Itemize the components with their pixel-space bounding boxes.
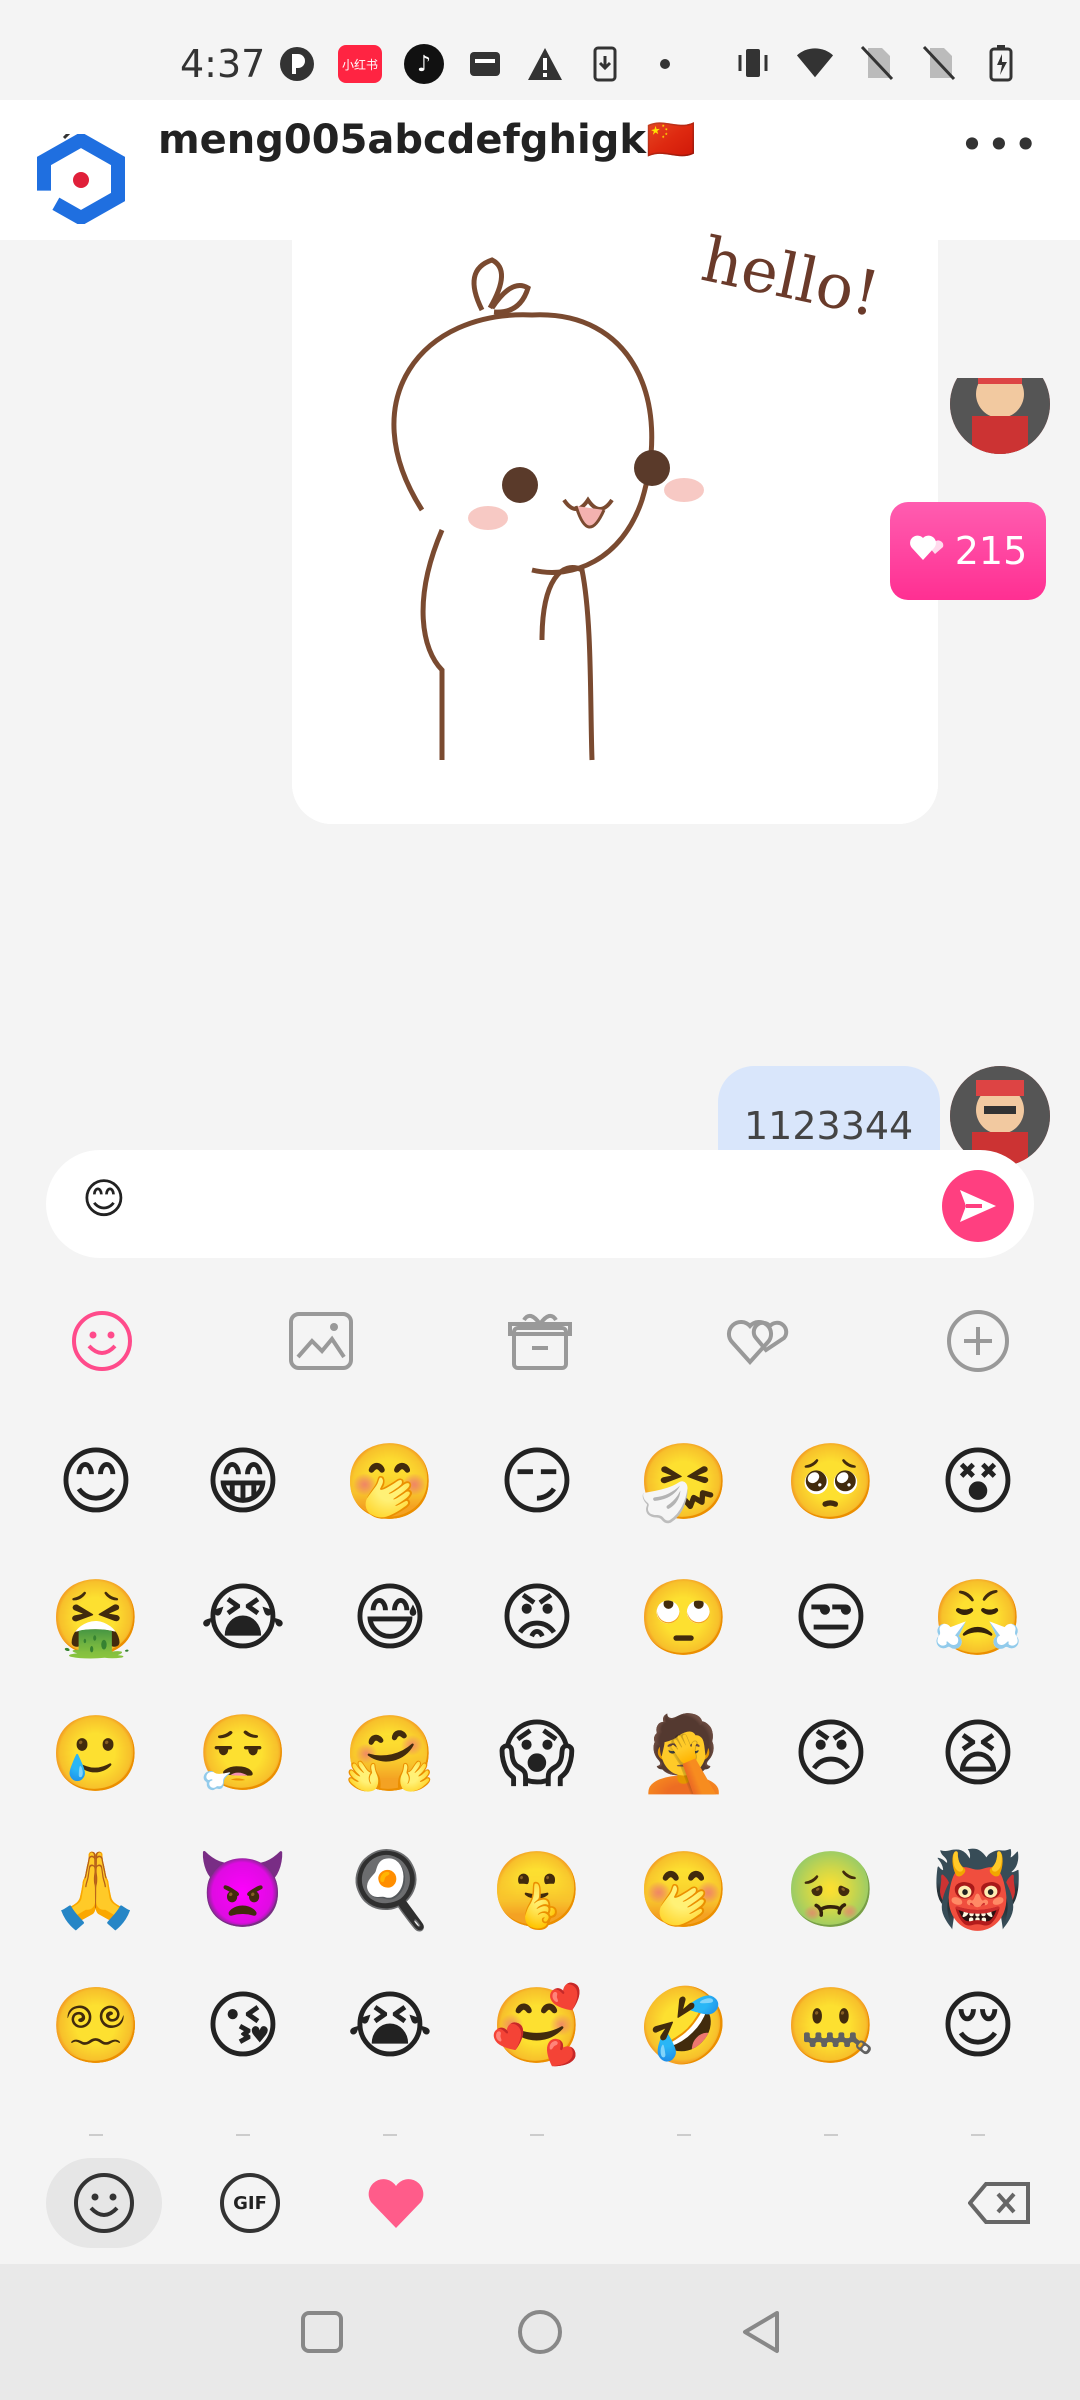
send-icon xyxy=(960,1190,996,1222)
app-circle-icon xyxy=(278,45,316,83)
image-icon[interactable] xyxy=(288,1308,354,1374)
emoji-item[interactable]: 😭 xyxy=(193,1568,293,1668)
status-time: 4:37 xyxy=(180,42,266,86)
message-text: 1123344 xyxy=(744,1104,914,1148)
input-current-value: 😊 xyxy=(82,1174,126,1223)
likes-badge[interactable]: 215 xyxy=(890,502,1046,600)
no-sim-icon xyxy=(858,44,896,82)
system-nav-bar xyxy=(0,2264,1080,2400)
emoji-row-dash xyxy=(236,2134,250,2136)
add-icon[interactable] xyxy=(945,1308,1011,1374)
emoji-row-dash xyxy=(383,2134,397,2136)
tiktok-icon: ♪ xyxy=(404,44,444,84)
recents-icon[interactable] xyxy=(294,2304,350,2360)
emoji-item[interactable]: 🍳 xyxy=(340,1840,440,1940)
emoji-item[interactable]: 😊 xyxy=(46,1432,146,1532)
emoji-item[interactable]: 🤐 xyxy=(781,1976,881,2076)
emoji-item[interactable]: 🙏 xyxy=(46,1840,146,1940)
emoji-item[interactable]: 🤗 xyxy=(340,1704,440,1804)
emoji-item[interactable]: 🥲 xyxy=(46,1704,146,1804)
emoji-item[interactable]: 😏 xyxy=(487,1432,587,1532)
sticker-message[interactable]: hello! xyxy=(292,200,938,824)
contact-name[interactable]: meng005abcdefghigk🇨🇳 xyxy=(158,116,696,163)
emoji-row-dash xyxy=(677,2134,691,2136)
home-icon[interactable] xyxy=(512,2304,568,2360)
gif-tab-label: GIF xyxy=(233,2192,267,2214)
message-input[interactable]: 😊 xyxy=(46,1150,1034,1258)
smiley-tab-icon[interactable] xyxy=(46,2158,162,2248)
emoji-item[interactable]: 👹 xyxy=(928,1840,1028,1940)
emoji-item[interactable]: 🤫 xyxy=(487,1840,587,1940)
gif-tab-icon: GIF xyxy=(220,2173,280,2233)
emoji-item[interactable]: 🥰 xyxy=(487,1976,587,2076)
emoji-item[interactable]: 🤦 xyxy=(634,1704,734,1804)
heart-tab-icon[interactable] xyxy=(338,2158,454,2248)
gift-icon[interactable] xyxy=(507,1308,573,1374)
emoji-item[interactable]: 😤 xyxy=(928,1568,1028,1668)
emoji-item[interactable]: 😵‍💫 xyxy=(46,1976,146,2076)
emoji-item[interactable]: 😮‍💨 xyxy=(193,1704,293,1804)
no-sim-icon-2 xyxy=(920,44,958,82)
wifi-icon xyxy=(796,44,834,82)
emoji-item[interactable]: 😵 xyxy=(928,1432,1028,1532)
likes-count: 215 xyxy=(954,529,1028,573)
back-icon[interactable] xyxy=(734,2304,790,2360)
emoji-item[interactable]: 😌 xyxy=(928,1976,1028,2076)
emoji-item[interactable]: 🤮 xyxy=(46,1568,146,1668)
emoji-grid: 😊 😁 🤭 😏 🤧 🥺 😵 🤮 😭 😅 😡 🙄 😒 😤 🥲 😮‍💨 🤗 😱 🤦 😠 😫 🙏 👿 🍳 🤫 🤭 🤢 👹 😵‍💫 😘 😭 🥰 🤣 🤐 😌 xyxy=(0,1432,1080,2122)
more-options-button[interactable]: ••• xyxy=(960,120,1040,169)
emoji-item[interactable]: 😒 xyxy=(781,1568,881,1668)
hearts-icon xyxy=(909,529,949,573)
emoji-row-dash xyxy=(89,2134,103,2136)
emoji-item[interactable]: 😅 xyxy=(340,1568,440,1668)
status-icons-right xyxy=(734,44,1020,82)
emoji-icon[interactable] xyxy=(69,1308,135,1374)
emoji-row-dash xyxy=(824,2134,838,2136)
emoji-item[interactable]: 🤭 xyxy=(340,1432,440,1532)
emoji-item[interactable]: 🤧 xyxy=(634,1432,734,1532)
vibrate-icon xyxy=(734,44,772,82)
my-avatar-top[interactable] xyxy=(950,378,1050,454)
emoji-item[interactable]: 😭 xyxy=(340,1976,440,2076)
emoji-item[interactable]: 😫 xyxy=(928,1704,1028,1804)
emoji-item[interactable]: 😱 xyxy=(487,1704,587,1804)
emoji-row-dash xyxy=(530,2134,544,2136)
emoji-item[interactable]: 🤭 xyxy=(634,1840,734,1940)
xiaohongshu-icon: 小红书 xyxy=(338,45,382,83)
emoji-next-row-hint xyxy=(0,2134,1080,2140)
wallet-icon xyxy=(466,45,504,83)
download-icon xyxy=(586,45,624,83)
emoji-item[interactable]: 🥺 xyxy=(781,1432,881,1532)
emoji-item[interactable]: 🤢 xyxy=(781,1840,881,1940)
emoji-tab-bar: GIF xyxy=(0,2150,1080,2260)
composer-toolbar xyxy=(0,1290,1080,1390)
emoji-item[interactable]: 👿 xyxy=(193,1840,293,1940)
emoji-item[interactable]: 😠 xyxy=(781,1704,881,1804)
status-icons-left: 小红书 ♪ xyxy=(278,44,684,84)
emoji-item[interactable]: 😘 xyxy=(193,1976,293,2076)
warning-icon xyxy=(526,45,564,83)
send-button[interactable] xyxy=(942,1170,1014,1242)
emoji-item[interactable]: 😁 xyxy=(193,1432,293,1532)
gif-tab[interactable]: GIF xyxy=(192,2158,308,2248)
chat-area[interactable]: hello! 215 1123344 xyxy=(0,200,1080,1226)
battery-charging-icon xyxy=(982,44,1020,82)
emoji-item[interactable]: 😡 xyxy=(487,1568,587,1668)
sticker-image: hello! xyxy=(292,200,938,824)
heart-chat-icon[interactable] xyxy=(726,1308,792,1374)
emoji-row-dash xyxy=(971,2134,985,2136)
emoji-item[interactable]: 🤣 xyxy=(634,1976,734,2076)
dot-icon xyxy=(646,45,684,83)
emoji-item[interactable]: 🙄 xyxy=(634,1568,734,1668)
backspace-icon[interactable] xyxy=(942,2158,1058,2248)
